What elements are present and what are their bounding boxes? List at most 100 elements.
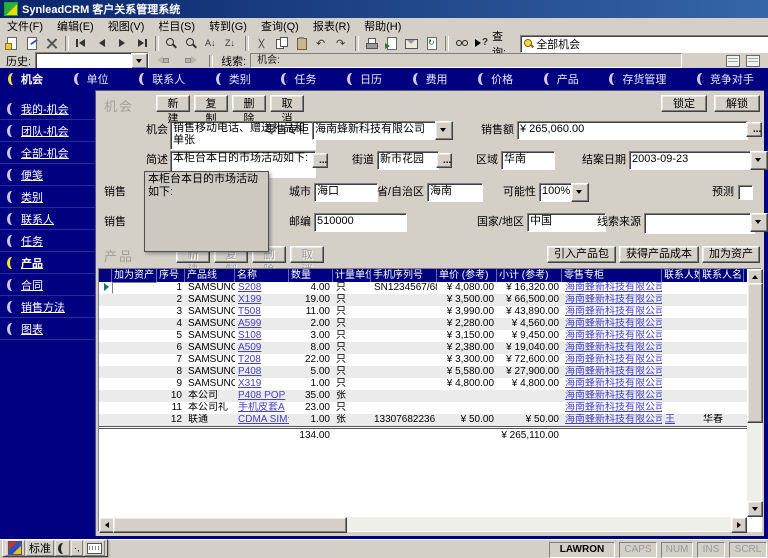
tab-tasks[interactable]: 任务 (281, 71, 316, 87)
sidebar-item-tasks[interactable]: 任务 (0, 230, 95, 252)
cell-link[interactable]: P408 POP (238, 390, 285, 401)
region-input[interactable]: 华南 (501, 151, 555, 170)
menu-item[interactable]: 查询(Q) (254, 18, 306, 34)
column-header[interactable]: 产品线 (185, 269, 235, 282)
sidebar-item-charts[interactable]: 图表 (0, 318, 95, 340)
table-row[interactable]: 9SAMSUNGX3191.00只¥ 4,800.00¥ 4,800.00海南蜂… (99, 378, 749, 390)
tab-company[interactable]: 单位 (74, 71, 109, 87)
tab-calendar[interactable]: 日历 (347, 71, 382, 87)
undo-button[interactable] (312, 35, 332, 53)
nav-prev-button[interactable] (92, 35, 112, 53)
sidebar-item-sales-methods[interactable]: 销售方法 (0, 296, 95, 318)
table-row[interactable]: 5SAMSUNGS1083.00只¥ 3,150.00¥ 9,450.00海南蜂… (99, 330, 749, 342)
menu-item[interactable]: 报表(R) (306, 18, 357, 34)
cell-link[interactable]: 手机皮套A (238, 402, 285, 413)
table-row[interactable]: 8SAMSUNGP4085.00只¥ 5,580.00¥ 27,900.00海南… (99, 366, 749, 378)
help-pointer-button[interactable] (472, 35, 492, 53)
sidebar-item-team-opportunities[interactable]: 团队-机会 (0, 120, 95, 142)
horizontal-scroll-thumb[interactable] (113, 517, 347, 533)
query-combo[interactable]: 全部机会 (520, 35, 768, 53)
cell-link[interactable]: 海南蜂新科技有限公司 (565, 318, 662, 329)
nav-last-button[interactable] (132, 35, 152, 53)
city-input[interactable]: 海口 (314, 183, 378, 202)
row-selector-cell[interactable] (99, 414, 112, 426)
products-action-3[interactable]: 取消 (290, 246, 324, 263)
new-record-button[interactable] (2, 35, 22, 53)
column-header[interactable]: 计量单位 (333, 269, 371, 282)
list-view-icon[interactable] (746, 55, 760, 67)
cell-link[interactable]: 王 (665, 414, 675, 425)
row-selector-cell[interactable] (99, 402, 112, 414)
menu-item[interactable]: 文件(F) (0, 18, 50, 34)
amount-ellipsis-button[interactable]: ... (746, 122, 762, 137)
column-header[interactable]: 数量 (289, 269, 333, 282)
opportunity-action-3[interactable]: 取消 (270, 95, 304, 112)
ime-logo-icon[interactable] (5, 540, 25, 556)
cell-link[interactable]: S208 (238, 282, 261, 293)
row-selector-cell[interactable] (99, 366, 112, 378)
ime-toolbar[interactable]: 标准 ·, (2, 539, 108, 557)
row-selector-cell[interactable] (99, 306, 112, 318)
copy-button[interactable] (272, 35, 292, 53)
ime-mode-label[interactable]: 标准 (26, 540, 54, 556)
tab-category[interactable]: 类别 (216, 71, 251, 87)
cell-link[interactable]: 海南蜂新科技有限公司 (565, 402, 662, 413)
cell-link[interactable]: X319 (238, 378, 261, 389)
cell-link[interactable]: A509 (238, 342, 261, 353)
zip-input[interactable]: 510000 (314, 213, 407, 232)
sidebar-item-products[interactable]: 产品 (0, 252, 95, 274)
scroll-down-button[interactable] (747, 501, 763, 517)
counter-input[interactable]: 海南蜂新科技有限公司 (312, 121, 440, 140)
cell-link[interactable]: CDMA SIM卡 (238, 414, 289, 425)
opportunity-action-1[interactable]: 复制 (194, 95, 228, 112)
column-header[interactable]: 加为资产 (112, 269, 157, 282)
table-row[interactable]: 6SAMSUNGA5098.00只¥ 2,380.00¥ 19,040.00海南… (99, 342, 749, 354)
probability-dropdown-button[interactable] (571, 183, 589, 202)
redo-button[interactable] (332, 35, 352, 53)
cell-link[interactable]: S108 (238, 330, 261, 341)
nav-next-button[interactable] (112, 35, 132, 53)
refresh-button[interactable] (422, 35, 442, 53)
column-header[interactable]: 名称 (235, 269, 289, 282)
sidebar-item-categories[interactable]: 类别 (0, 186, 95, 208)
cell-link[interactable]: X199 (238, 294, 261, 305)
row-selector-cell[interactable] (99, 282, 112, 294)
cell-link[interactable]: 海南蜂新科技有限公司 (565, 414, 662, 425)
scroll-right-button[interactable] (731, 517, 747, 533)
products-tool-2[interactable]: 加为资产 (702, 246, 760, 263)
sidebar-item-my-opportunities[interactable]: 我的-机会 (0, 98, 95, 120)
tab-price[interactable]: 价格 (478, 71, 513, 87)
row-selector-cell[interactable] (99, 318, 112, 330)
cell-link[interactable]: T208 (238, 354, 261, 365)
table-row[interactable]: 7SAMSUNGT20822.00只¥ 3,300.00¥ 72,600.00海… (99, 354, 749, 366)
cell-link[interactable]: 海南蜂新科技有限公司 (565, 354, 662, 365)
menu-item[interactable]: 帮助(H) (357, 18, 408, 34)
brief-ellipsis-button[interactable]: ... (312, 153, 328, 168)
province-input[interactable]: 海南 (427, 183, 483, 202)
street-ellipsis-button[interactable]: ... (436, 153, 452, 168)
tab-inventory[interactable]: 存货管理 (609, 71, 666, 87)
table-row[interactable]: 2SAMSUNGX19919.00只¥ 3,500.00¥ 66,500.00海… (99, 294, 749, 306)
unlock-button[interactable]: 解锁 (714, 95, 760, 112)
cell-link[interactable]: A599 (238, 318, 261, 329)
zoom-button[interactable] (162, 35, 182, 53)
cell-link[interactable]: T508 (238, 306, 261, 317)
menu-item[interactable]: 编辑(E) (50, 18, 101, 34)
products-tool-0[interactable]: 引入产品包 (547, 246, 616, 263)
cell-link[interactable]: 海南蜂新科技有限公司 (565, 306, 662, 317)
menu-item[interactable]: 栏目(S) (151, 18, 202, 34)
table-row[interactable]: 12联通CDMA SIM卡1.00张13307682236¥ 50.00¥ 50… (99, 414, 749, 426)
chevron-down-icon[interactable] (131, 53, 148, 69)
column-header[interactable]: 小计 (参考) (497, 269, 562, 282)
cell-link[interactable]: 海南蜂新科技有限公司 (565, 390, 662, 401)
cell-link[interactable]: 海南蜂新科技有限公司 (565, 330, 662, 341)
cell-link[interactable]: 海南蜂新科技有限公司 (565, 378, 662, 389)
delete-record-button[interactable] (42, 35, 62, 53)
menu-item[interactable]: 视图(V) (101, 18, 152, 34)
sidebar-item-contacts[interactable]: 联系人 (0, 208, 95, 230)
close-date-dropdown-button[interactable] (750, 151, 768, 170)
mail-button[interactable] (402, 35, 422, 53)
table-row[interactable]: 3SAMSUNGT50811.00只¥ 3,990.00¥ 43,890.00海… (99, 306, 749, 318)
cell-link[interactable]: 海南蜂新科技有限公司 (565, 282, 662, 293)
row-selector-cell[interactable] (99, 390, 112, 402)
